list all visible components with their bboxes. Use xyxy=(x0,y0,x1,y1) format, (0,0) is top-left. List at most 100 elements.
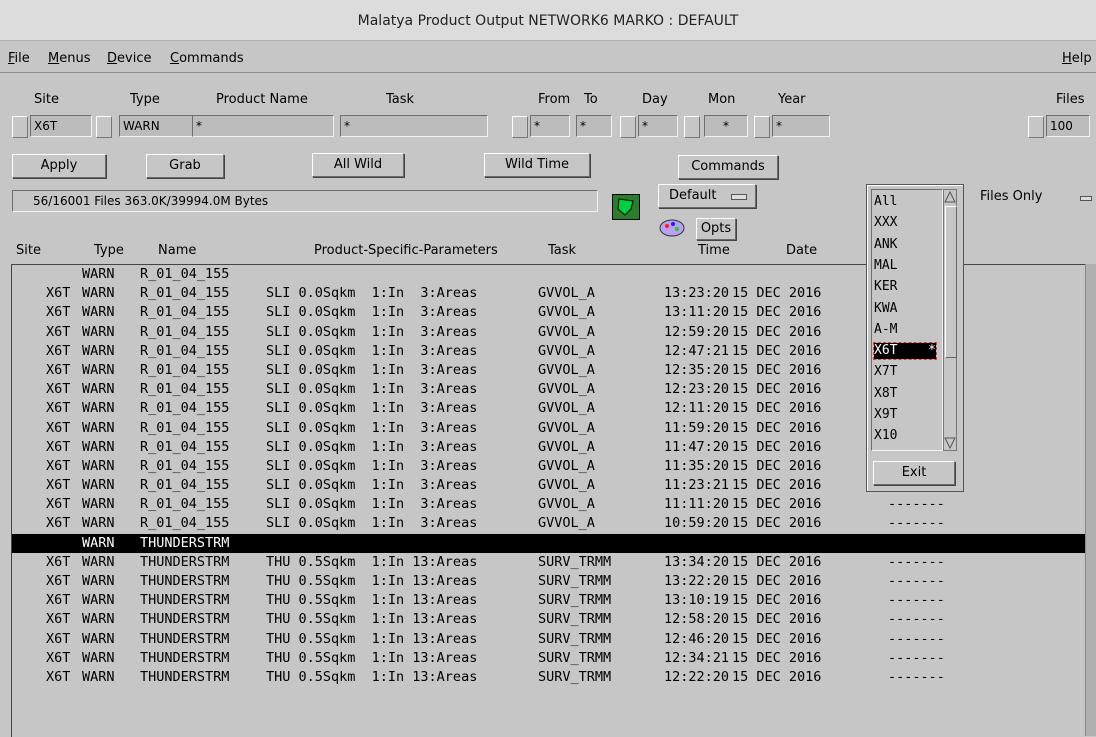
site-list-item-label: KER xyxy=(874,279,898,295)
site-list-item[interactable]: MAL xyxy=(874,258,897,274)
cell-name: R_01_04_155 xyxy=(140,496,230,513)
type-wild-toggle[interactable] xyxy=(96,116,112,138)
files-field[interactable]: 100 xyxy=(1046,115,1090,137)
type-label: Type xyxy=(130,92,160,107)
site-list-item[interactable]: ANK xyxy=(874,237,897,253)
table-row[interactable]: X6T WARN THUNDERSTRM THU 0.5Sqkm 1:In 13:Ar… xyxy=(12,630,1086,649)
day-field[interactable]: * xyxy=(638,115,678,137)
cell-name: R_01_04_155 xyxy=(140,515,230,532)
site-list-item[interactable]: KWA xyxy=(874,301,897,317)
site-list-item[interactable]: X6T * xyxy=(873,342,937,361)
task-field[interactable]: * xyxy=(340,115,488,137)
vertical-scrollbar[interactable] xyxy=(1085,264,1096,736)
site-list-item[interactable]: All xyxy=(874,194,897,210)
cell-time: 12:47:21 xyxy=(664,342,730,359)
menu-help[interactable]: Help xyxy=(1062,51,1092,66)
cell-site: X6T xyxy=(46,361,71,378)
cell-task: GVVOL_A xyxy=(538,381,595,398)
menu-device[interactable]: Device xyxy=(107,51,151,66)
files-only-select[interactable]: Files Only xyxy=(968,187,1096,209)
cell-time: 13:11:20 xyxy=(664,304,730,321)
day-wild-toggle[interactable] xyxy=(620,116,636,138)
cell-site: X6T xyxy=(46,515,71,532)
table-row[interactable]: X6T WARN THUNDERSTRM THU 0.5Sqkm 1:In 13:Ar… xyxy=(12,591,1086,610)
site-list-item[interactable]: X7T xyxy=(874,364,897,380)
site-listbox[interactable]: All XXX ANK MAL KER KWA A-M X6T * X7T X8T X9T X10 xyxy=(871,189,943,451)
cell-task: SURV_TRMM xyxy=(538,649,612,666)
year-wild-toggle[interactable] xyxy=(754,116,770,138)
cell-params: SLI 0.0Sqkm 1:In 3:Areas xyxy=(266,285,478,302)
opts-button[interactable]: Opts xyxy=(696,218,736,240)
from-wild-toggle[interactable] xyxy=(512,116,528,138)
cell-date: 15 DEC 2016 xyxy=(732,477,822,494)
grab-button[interactable]: Grab xyxy=(146,154,224,178)
table-row[interactable]: X6T WARN THUNDERSTRM THU 0.5Sqkm 1:In 13:Ar… xyxy=(12,610,1086,629)
commands-button[interactable]: Commands xyxy=(678,155,778,179)
menu-menus[interactable]: Menus xyxy=(48,51,90,66)
apply-button[interactable]: Apply xyxy=(12,154,106,178)
table-row[interactable]: X6T WARN R_01_04_155 SLI 0.0Sqkm 1:In 3:Are… xyxy=(12,495,1086,514)
mon-field[interactable]: * xyxy=(704,115,748,137)
site-field[interactable]: X6T xyxy=(30,115,92,137)
wild-time-button[interactable]: Wild Time xyxy=(484,153,590,177)
site-label: Site xyxy=(34,92,59,107)
site-list-item[interactable]: X10 xyxy=(874,428,897,444)
cell-name: R_01_04_155 xyxy=(140,285,230,302)
cell-params: THU 0.5Sqkm 1:In 13:Areas xyxy=(266,668,478,685)
type-field[interactable]: WARN xyxy=(119,115,195,137)
cell-name: R_01_04_155 xyxy=(140,438,230,455)
site-list-item-label: All xyxy=(874,194,898,209)
site-wild-toggle[interactable] xyxy=(12,116,28,138)
table-row[interactable]: WARN THUNDERSTRM xyxy=(12,533,1086,553)
palette-icon[interactable] xyxy=(658,218,686,238)
cell-params: SLI 0.0Sqkm 1:In 3:Areas xyxy=(266,477,478,494)
year-field[interactable]: * xyxy=(772,115,830,137)
product-name-field[interactable]: * xyxy=(192,115,334,137)
cell-site: X6T xyxy=(46,649,71,666)
site-list-item-label: X7T xyxy=(874,364,898,380)
to-field[interactable]: * xyxy=(576,115,612,137)
site-list-item[interactable]: X9T xyxy=(874,407,897,423)
cell-date: 15 DEC 2016 xyxy=(732,342,822,359)
default-select[interactable]: Default xyxy=(658,184,756,208)
cell-time: 13:10:19 xyxy=(664,592,730,609)
site-list-item[interactable]: X8T xyxy=(874,386,897,402)
from-field[interactable]: * xyxy=(530,115,570,137)
cell-site: X6T xyxy=(46,419,71,436)
table-row[interactable]: X6T WARN R_01_04_155 SLI 0.0Sqkm 1:In 3:Are… xyxy=(12,514,1086,533)
table-row[interactable]: X6T WARN THUNDERSTRM THU 0.5Sqkm 1:In 13:Ar… xyxy=(12,553,1086,572)
cell-params: THU 0.5Sqkm 1:In 13:Areas xyxy=(266,553,478,570)
cell-name: R_01_04_155 xyxy=(140,266,230,282)
cell-task: SURV_TRMM xyxy=(538,611,612,628)
menu-bar: File Menus Device Commands Help xyxy=(0,44,1096,73)
cell-params: SLI 0.0Sqkm 1:In 3:Areas xyxy=(266,515,478,532)
table-row[interactable]: X6T WARN THUNDERSTRM THU 0.5Sqkm 1:In 13:Ar… xyxy=(12,572,1086,591)
cell-date: 15 DEC 2016 xyxy=(732,515,822,532)
cell-site: X6T xyxy=(46,285,71,302)
default-select-label: Default xyxy=(669,188,717,203)
scrollbar-thumb[interactable] xyxy=(945,206,957,358)
site-list-item[interactable]: A-M xyxy=(874,322,897,338)
map-icon[interactable] xyxy=(612,194,640,220)
cell-name: THUNDERSTRM xyxy=(140,534,230,551)
all-wild-button[interactable]: All Wild xyxy=(312,153,404,177)
files-wild-toggle[interactable] xyxy=(1028,116,1044,138)
column-site: Site xyxy=(16,243,41,258)
exit-button[interactable]: Exit xyxy=(873,461,955,485)
site-list-item[interactable]: XXX xyxy=(874,215,897,231)
mon-wild-toggle[interactable] xyxy=(684,116,700,138)
cell-params: THU 0.5Sqkm 1:In 13:Areas xyxy=(266,573,478,589)
menu-commands[interactable]: Commands xyxy=(170,51,244,66)
menu-file[interactable]: File xyxy=(8,51,30,66)
cell-params: THU 0.5Sqkm 1:In 13:Areas xyxy=(266,649,478,666)
site-list-scrollbar[interactable] xyxy=(943,189,957,451)
cell-site: X6T xyxy=(46,477,71,494)
cell-site: X6T xyxy=(46,592,71,609)
cell-time: 11:23:21 xyxy=(664,477,730,494)
table-row[interactable]: X6T WARN THUNDERSTRM THU 0.5Sqkm 1:In 13:Ar… xyxy=(12,649,1086,668)
table-row[interactable]: X6T WARN THUNDERSTRM THU 0.5Sqkm 1:In 13:Ar… xyxy=(12,668,1086,687)
cell-extra: ------- xyxy=(888,630,945,647)
site-list-item[interactable]: KER xyxy=(874,279,897,295)
cell-params: SLI 0.0Sqkm 1:In 3:Areas xyxy=(266,304,478,321)
cell-type: WARN xyxy=(82,266,115,282)
